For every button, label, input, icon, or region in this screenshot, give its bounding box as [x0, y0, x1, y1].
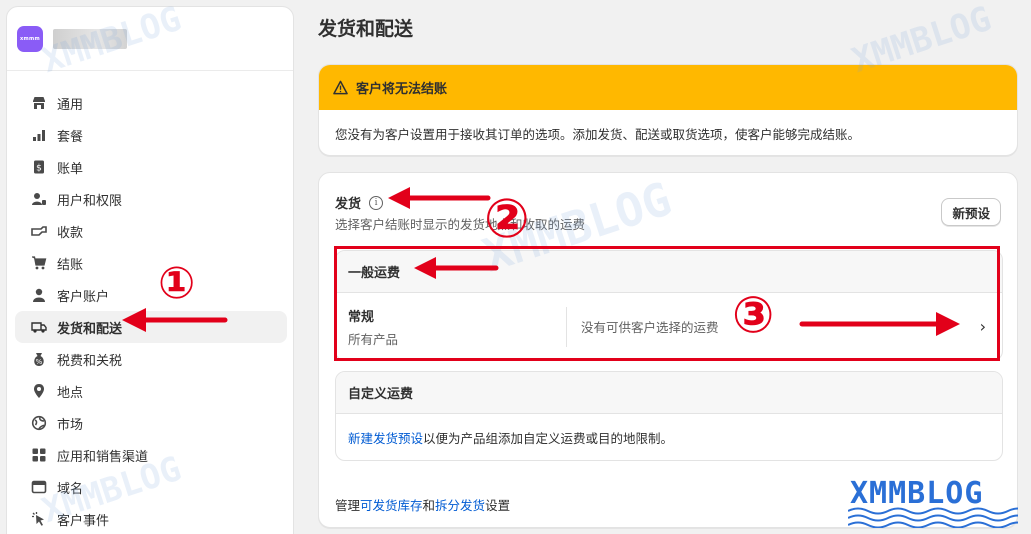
footer-suffix: 设置	[485, 498, 511, 513]
custom-rates-heading: 自定义运费	[336, 372, 1002, 414]
annotation-highlight-box	[334, 246, 1000, 361]
warning-icon	[333, 80, 348, 95]
sidebar-item-label: 用户和权限	[57, 193, 123, 209]
annotation-number-1: ①	[158, 258, 196, 309]
shipping-footer: 管理可发货库存和拆分发货设置	[335, 495, 510, 514]
plan-icon	[29, 125, 49, 145]
annotation-number-2: ②	[484, 187, 530, 250]
person-icon	[29, 285, 49, 305]
tax-icon: %	[29, 349, 49, 369]
custom-rates-section: 自定义运费 新建发货预设以便为产品组添加自定义运费或目的地限制。	[335, 371, 1003, 461]
apps-icon	[29, 445, 49, 465]
watermark-waves	[848, 507, 1018, 528]
warning-title: 客户将无法结账	[356, 82, 448, 97]
sidebar-item-markets[interactable]: 市场	[15, 407, 287, 439]
sidebar-item-label: 套餐	[57, 129, 84, 145]
sidebar-item-label: 市场	[57, 417, 84, 433]
location-icon	[29, 381, 49, 401]
sidebar-item-label: 客户账户	[57, 289, 110, 305]
new-shipping-preset-link[interactable]: 新建发货预设	[348, 431, 423, 446]
billing-icon: $	[29, 157, 49, 177]
sidebar-item-customer-accounts[interactable]: 客户账户	[15, 279, 287, 311]
sidebar-item-general[interactable]: 通用	[15, 87, 287, 119]
sidebar-item-label: 税费和关税	[57, 353, 123, 369]
globe-icon	[29, 413, 49, 433]
sidebar-item-users[interactable]: 用户和权限	[15, 183, 287, 215]
custom-rates-text: 以便为产品组添加自定义运费或目的地限制。	[423, 431, 674, 446]
warning-banner: 客户将无法结账	[319, 65, 1017, 110]
cart-icon	[29, 253, 49, 273]
sidebar-item-checkout[interactable]: 结账	[15, 247, 287, 279]
sidebar-item-shipping[interactable]: 发货和配送	[15, 311, 287, 343]
sidebar-item-label: 发货和配送	[57, 321, 123, 337]
sidebar-item-locations[interactable]: 地点	[15, 375, 287, 407]
page-title: 发货和配送	[318, 18, 414, 40]
sidebar-item-label: 结账	[57, 257, 84, 273]
sidebar-item-billing[interactable]: $ 账单	[15, 151, 287, 183]
svg-text:$: $	[36, 164, 42, 174]
sidebar-item-payments[interactable]: 收款	[15, 215, 287, 247]
new-preset-button[interactable]: 新预设	[941, 198, 1001, 226]
svg-text:%: %	[36, 358, 43, 366]
footer-middle: 和	[422, 498, 436, 513]
annotation-number-3: ③	[732, 286, 775, 344]
split-shipment-link[interactable]: 拆分发货	[435, 498, 485, 513]
sidebar-item-label: 账单	[57, 161, 84, 177]
shipping-title-row: 发货 i	[335, 193, 384, 212]
info-icon[interactable]: i	[369, 195, 384, 210]
sidebar-item-label: 通用	[57, 97, 84, 113]
sidebar-item-label: 收款	[57, 225, 84, 241]
truck-icon	[29, 317, 49, 337]
store-icon	[29, 93, 49, 113]
sidebar-item-label: 地点	[57, 385, 84, 401]
warning-body: 您没有为客户设置用于接收其订单的选项。添加发货、配送或取货选项，使客户能够完成结…	[335, 127, 861, 142]
payments-icon	[29, 221, 49, 241]
shippable-inventory-link[interactable]: 可发货库存	[360, 498, 423, 513]
shipping-title: 发货	[335, 197, 362, 212]
settings-sidebar: xmmm 通用 套餐 $ 账单 用户和权限 收款 结账 客户账户 发货和配送 %…	[6, 6, 294, 534]
sidebar-item-taxes[interactable]: % 税费和关税	[15, 343, 287, 375]
footer-prefix: 管理	[335, 498, 361, 513]
users-icon	[29, 189, 49, 209]
sidebar-item-plan[interactable]: 套餐	[15, 119, 287, 151]
custom-rates-body: 新建发货预设以便为产品组添加自定义运费或目的地限制。	[336, 414, 1002, 460]
checkout-warning-card: 客户将无法结账 您没有为客户设置用于接收其订单的选项。添加发货、配送或取货选项，…	[318, 64, 1018, 156]
